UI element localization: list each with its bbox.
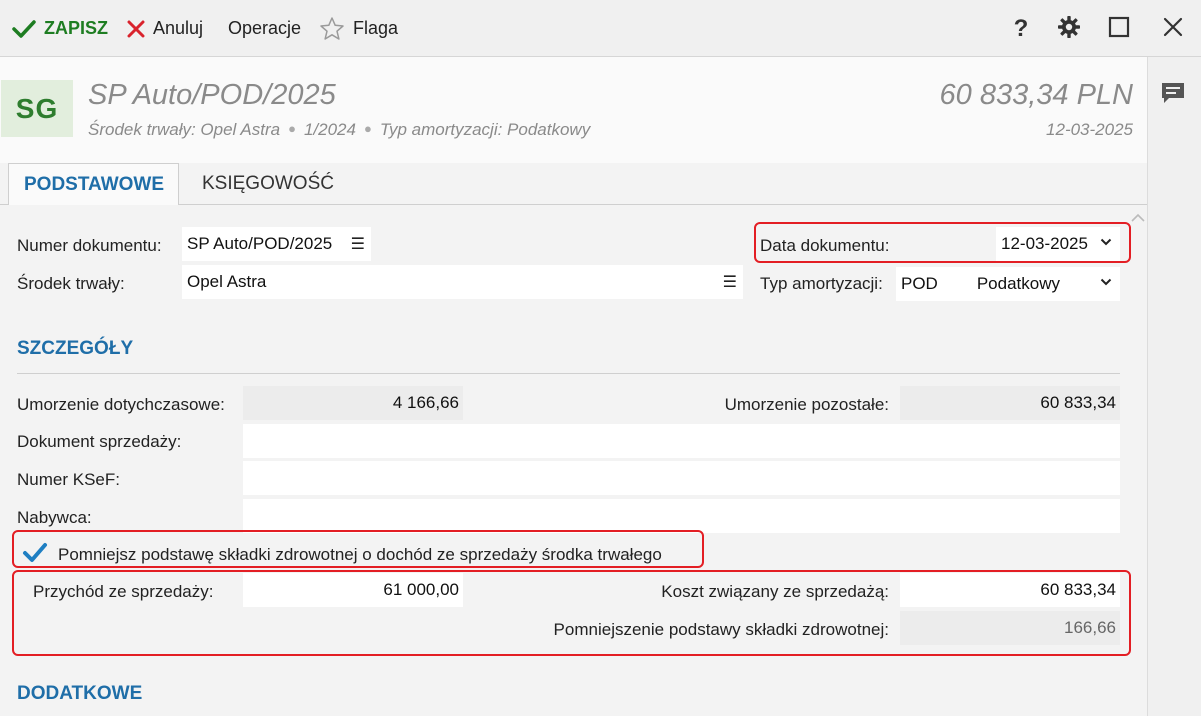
- depreciation-remaining-value: 60 833,34: [1040, 393, 1116, 412]
- highlight-box: [12, 570, 1131, 656]
- highlight-box: [754, 222, 1131, 263]
- ksef-label: Numer KSeF:: [17, 470, 120, 489]
- document-subtitle: Środek trwały: Opel Astra ● 1/2024 ● Typ amo…: [88, 120, 590, 140]
- close-icon: [1162, 16, 1184, 43]
- depreciation-so-far-value: 4 166,66: [392, 393, 459, 412]
- depreciation-remaining-field: 60 833,34: [900, 386, 1120, 420]
- asset-value: Opel Astra: [187, 272, 267, 291]
- document-header: SG SP Auto/POD/2025 Środek trwały: Opel …: [0, 57, 1147, 163]
- tab-bar: PODSTAWOWE KSIĘGOWOŚĆ: [0, 163, 1147, 206]
- ksef-field[interactable]: [243, 461, 1120, 495]
- doc-number-value: SP Auto/POD/2025: [187, 234, 333, 253]
- doc-number-label: Numer dokumentu:: [17, 236, 162, 255]
- subtitle-asset: Środek trwały: Opel Astra: [88, 120, 281, 139]
- operations-label: Operacje: [228, 18, 302, 38]
- list-icon[interactable]: ☰: [723, 272, 737, 292]
- save-button[interactable]: ZAPISZ: [12, 0, 108, 57]
- asset-label: Środek trwały:: [17, 274, 125, 293]
- cancel-button[interactable]: Anuluj: [127, 0, 203, 57]
- depreciation-so-far-field: 4 166,66: [243, 386, 463, 420]
- maximize-button[interactable]: [1104, 14, 1134, 44]
- toolbar: ZAPISZ Anuluj Operacje Flaga ?: [0, 0, 1201, 57]
- close-button[interactable]: [1158, 14, 1188, 44]
- operations-menu[interactable]: Operacje: [228, 0, 301, 57]
- settings-button[interactable]: [1054, 14, 1084, 44]
- side-rail: [1147, 57, 1201, 716]
- section-divider: [17, 373, 1120, 374]
- depreciation-so-far-label: Umorzenie dotychczasowe:: [17, 395, 225, 414]
- chevron-down-icon: [1100, 278, 1112, 286]
- buyer-field[interactable]: [243, 499, 1120, 533]
- highlight-box: [12, 530, 704, 568]
- question-icon: ?: [1013, 15, 1029, 42]
- section-title-additional: DODATKOWE: [17, 683, 143, 704]
- separator-dot: ●: [363, 121, 372, 136]
- doc-number-field[interactable]: SP Auto/POD/2025 ☰: [182, 227, 371, 261]
- save-label: ZAPISZ: [44, 18, 109, 38]
- amort-type-select[interactable]: POD Podatkowy: [896, 267, 1120, 301]
- x-icon: [127, 20, 145, 38]
- sale-document-label: Dokument sprzedaży:: [17, 432, 182, 451]
- document-title: SP Auto/POD/2025: [88, 79, 336, 111]
- tab-podstawowe[interactable]: PODSTAWOWE: [8, 163, 180, 206]
- gear-icon: [1057, 15, 1081, 44]
- form-content: Numer dokumentu: SP Auto/POD/2025 ☰ Data…: [0, 205, 1147, 716]
- document-date: 12-03-2025: [1046, 120, 1133, 139]
- section-title-details: SZCZEGÓŁY: [17, 338, 134, 359]
- buyer-label: Nabywca:: [17, 508, 92, 527]
- subtitle-number: 1/2024: [303, 120, 356, 139]
- amort-type-name: Podatkowy: [976, 274, 1061, 293]
- depreciation-remaining-label: Umorzenie pozostałe:: [724, 395, 889, 414]
- asset-field[interactable]: Opel Astra ☰: [182, 265, 743, 299]
- comment-icon[interactable]: [1160, 81, 1186, 105]
- cancel-label: Anuluj: [153, 18, 204, 38]
- avatar: SG: [1, 80, 73, 137]
- list-icon[interactable]: ☰: [351, 234, 365, 254]
- document-amount: 60 833,34 PLN: [939, 79, 1133, 111]
- star-icon: [319, 16, 345, 41]
- flag-button[interactable]: Flaga: [319, 0, 398, 57]
- flag-label: Flaga: [353, 18, 399, 38]
- help-button[interactable]: ?: [1006, 14, 1036, 44]
- maximize-icon: [1108, 16, 1130, 43]
- sale-document-field[interactable]: [243, 424, 1120, 458]
- scroll-up-icon[interactable]: [1130, 213, 1146, 223]
- check-icon: [12, 19, 36, 39]
- tab-ksiegowosc[interactable]: KSIĘGOWOŚĆ: [188, 163, 348, 205]
- subtitle-type: Typ amortyzacji: Podatkowy: [379, 120, 591, 139]
- amort-type-label: Typ amortyzacji:: [760, 274, 883, 293]
- amort-type-code: POD: [901, 274, 938, 293]
- separator-dot: ●: [288, 121, 296, 136]
